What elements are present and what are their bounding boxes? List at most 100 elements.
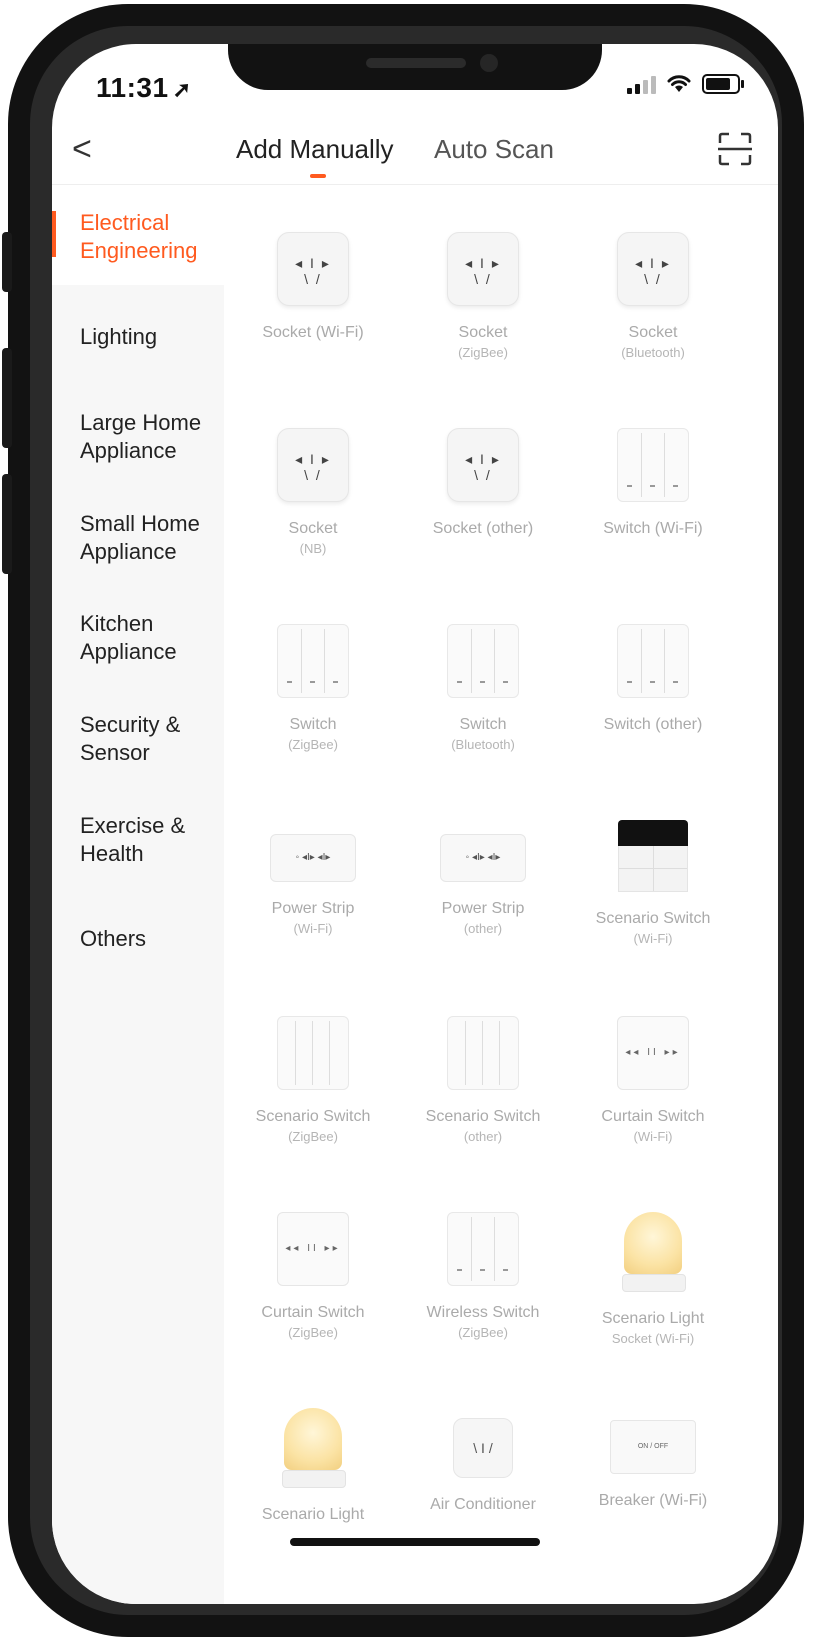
device-name: Socket (other) <box>432 520 534 537</box>
tab-add-manually[interactable]: Add Manually <box>236 134 394 165</box>
status-icons <box>627 74 744 94</box>
device-tile[interactable]: ◂◂ II ▸▸ Curtain Switch (Wi-Fi) <box>568 1016 738 1146</box>
scenario-panel-icon <box>447 1016 519 1090</box>
sidebar-item-label: Small Home Appliance <box>80 511 200 564</box>
lamp-icon <box>278 1408 348 1488</box>
device-tile[interactable]: Scenario Light Socket (Wi-Fi) <box>568 1212 738 1348</box>
device-tile[interactable]: ◦ ◂I▸ ◂I▸ Power Strip (Wi-Fi) <box>228 820 398 938</box>
earpiece-speaker <box>366 58 466 68</box>
wall-switch-icon <box>617 428 689 502</box>
device-name: Switch (Wi-Fi) <box>603 520 703 537</box>
notch <box>228 44 602 90</box>
device-tile[interactable]: Switch (Wi-Fi) <box>568 428 738 540</box>
cellular-signal-icon <box>627 74 656 94</box>
device-subtitle: (Bluetooth) <box>451 737 515 752</box>
device-subtitle: (Bluetooth) <box>621 345 685 360</box>
device-name: Air Conditioner <box>430 1496 536 1513</box>
device-tile[interactable]: Scenario Switch (ZigBee) <box>228 1016 398 1146</box>
device-tile[interactable]: ◂ I ▸ \ / Socket (other) <box>398 428 568 540</box>
device-name: Power Strip <box>441 900 525 917</box>
sidebar-item-label: Large Home Appliance <box>80 410 202 463</box>
sidebar-item-electrical-engineering[interactable]: Electrical Engineering <box>52 185 224 285</box>
device-tile[interactable]: Scenario Light <box>228 1408 398 1526</box>
sidebar-item-others[interactable]: Others <box>52 925 224 953</box>
sidebar-item-small-home-appliance[interactable]: Small Home Appliance <box>52 510 224 566</box>
sidebar-item-label: Exercise & Health <box>80 813 186 866</box>
device-name: Socket <box>628 324 678 341</box>
phone-screen: 11:31 ➚ < Add Manually Auto Scan Electric… <box>52 44 778 1604</box>
device-name: Breaker (Wi-Fi) <box>598 1492 708 1509</box>
device-name: Curtain Switch <box>261 1304 365 1321</box>
device-name: Switch <box>459 716 507 733</box>
device-tile[interactable]: ON / OFF Breaker (Wi-Fi) <box>568 1408 738 1512</box>
device-name: Wireless Switch <box>426 1304 540 1321</box>
back-button[interactable]: < <box>72 132 92 166</box>
sidebar-item-label: Electrical Engineering <box>80 210 198 263</box>
device-name: Switch (other) <box>603 716 703 733</box>
tab-auto-scan[interactable]: Auto Scan <box>434 134 554 165</box>
device-subtitle: (ZigBee) <box>288 1325 338 1340</box>
sidebar-item-security-sensor[interactable]: Security & Sensor <box>52 711 224 767</box>
curtain-switch-icon: ◂◂ II ▸▸ <box>617 1016 689 1090</box>
status-time: 11:31 ➚ <box>96 72 192 104</box>
device-name: Switch <box>289 716 337 733</box>
scan-qr-icon[interactable] <box>718 132 752 166</box>
device-name: Scenario Light <box>601 1310 705 1327</box>
socket-icon: ◂ I ▸ \ / <box>447 232 519 306</box>
sidebar-item-label: Lighting <box>80 324 158 349</box>
breaker-icon: ON / OFF <box>610 1420 696 1474</box>
device-subtitle: (Wi-Fi) <box>633 931 673 946</box>
sidebar-item-lighting[interactable]: Lighting <box>52 323 224 351</box>
volume-down-button <box>2 474 12 574</box>
wall-switch-icon <box>447 624 519 698</box>
device-name: Power Strip <box>271 900 355 917</box>
lamp-icon <box>618 1212 688 1292</box>
device-tile[interactable]: ◂ I ▸ \ / Socket (Bluetooth) <box>568 232 738 362</box>
sidebar-item-large-home-appliance[interactable]: Large Home Appliance <box>52 409 224 465</box>
device-tile[interactable]: ◂ I ▸ \ / Socket (Wi-Fi) <box>228 232 398 344</box>
device-subtitle: (other) <box>463 1129 503 1144</box>
device-tile[interactable]: Switch (ZigBee) <box>228 624 398 754</box>
location-arrow-icon: ➚ <box>172 77 192 102</box>
device-subtitle: (ZigBee) <box>288 737 338 752</box>
wall-switch-icon <box>447 1212 519 1286</box>
ac-socket-icon: \ I / <box>453 1418 513 1478</box>
device-subtitle: (ZigBee) <box>288 1129 338 1144</box>
device-tile[interactable]: ◂ I ▸ \ / Socket (ZigBee) <box>398 232 568 362</box>
active-tab-indicator <box>310 174 326 178</box>
battery-icon <box>702 74 744 94</box>
device-tile[interactable]: ◂◂ II ▸▸ Curtain Switch (ZigBee) <box>228 1212 398 1342</box>
sidebar-item-exercise-health[interactable]: Exercise & Health <box>52 812 224 868</box>
device-tile[interactable]: Switch (Bluetooth) <box>398 624 568 754</box>
device-tile[interactable]: ◂ I ▸ \ / Socket (NB) <box>228 428 398 558</box>
category-sidebar: Electrical Engineering Lighting Large Ho… <box>52 185 224 1604</box>
home-indicator <box>290 1538 540 1546</box>
front-camera <box>480 54 498 72</box>
device-subtitle: (Wi-Fi) <box>293 921 333 936</box>
device-tile[interactable]: Wireless Switch (ZigBee) <box>398 1212 568 1342</box>
device-name: Scenario Switch <box>425 1108 541 1125</box>
status-time-text: 11:31 <box>96 72 169 103</box>
sidebar-item-kitchen-appliance[interactable]: Kitchen Appliance <box>52 610 224 666</box>
device-name: Scenario Light <box>261 1506 365 1523</box>
socket-icon: ◂ I ▸ \ / <box>617 232 689 306</box>
wifi-icon <box>667 75 691 92</box>
device-tile[interactable]: Switch (other) <box>568 624 738 736</box>
device-name: Curtain Switch <box>601 1108 705 1125</box>
top-nav: < Add Manually Auto Scan <box>52 120 778 185</box>
wall-switch-icon <box>277 624 349 698</box>
volume-up-button <box>2 348 12 448</box>
device-tile[interactable]: Scenario Switch (other) <box>398 1016 568 1146</box>
curtain-switch-icon: ◂◂ II ▸▸ <box>277 1212 349 1286</box>
socket-icon: ◂ I ▸ \ / <box>447 428 519 502</box>
sidebar-item-label: Security & Sensor <box>80 712 181 765</box>
socket-icon: ◂ I ▸ \ / <box>277 232 349 306</box>
device-tile[interactable]: ◦ ◂I▸ ◂I▸ Power Strip (other) <box>398 820 568 938</box>
power-strip-icon: ◦ ◂I▸ ◂I▸ <box>440 834 526 882</box>
sidebar-item-label: Kitchen Appliance <box>80 611 177 664</box>
device-subtitle: (ZigBee) <box>458 1325 508 1340</box>
device-tile[interactable]: Scenario Switch (Wi-Fi) <box>568 820 738 948</box>
socket-icon: ◂ I ▸ \ / <box>277 428 349 502</box>
scenario-panel-icon <box>277 1016 349 1090</box>
device-tile[interactable]: \ I / Air Conditioner <box>398 1408 568 1516</box>
